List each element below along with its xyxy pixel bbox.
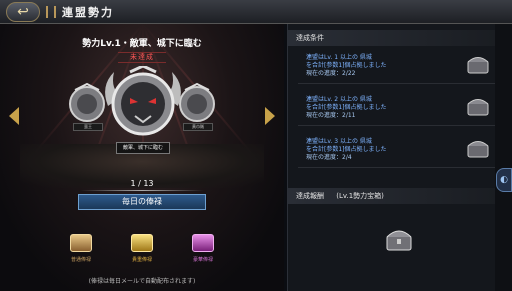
chest-rare-icon[interactable] bbox=[131, 234, 153, 252]
next-arrow-icon[interactable] bbox=[264, 106, 276, 126]
title-bar: ↩ 連盟勢力 bbox=[0, 0, 512, 24]
chest-rare-label: 貴重俸禄 bbox=[131, 257, 152, 263]
main-emblem-icon bbox=[105, 66, 181, 136]
chest-common-label: 普通俸禄 bbox=[70, 257, 91, 263]
conditions-panel: 達成条件 連盟はLv. 1 以上の 県城 を合計[参数1]個占拠しました 現在の… bbox=[287, 24, 496, 291]
condition-item: 連盟はLv. 3 以上の 県城 を合計[参数1]個占拠しました 現在の進度：2/… bbox=[298, 134, 496, 168]
condition-item: 連盟はLv. 1 以上の 県城 を合計[参数1]個占拠しました 現在の進度：2/… bbox=[298, 50, 496, 84]
stage-name: 勢力Lv.1・敵軍、城下に臨む bbox=[82, 39, 202, 49]
conditions-header: 達成条件 bbox=[288, 30, 496, 46]
page-indicator: 1 / 13 bbox=[130, 179, 154, 188]
condition-item: 連盟はLv. 2 以上の 県城 を合計[参数1]個占拠しました 現在の進度：2/… bbox=[298, 92, 496, 126]
prev-arrow-icon[interactable] bbox=[8, 106, 20, 126]
condition-progress: 現在の進度：2/22 bbox=[306, 70, 356, 77]
reward-name: (Lv.1勢力宝箱) bbox=[336, 192, 384, 200]
title-ornament-icon bbox=[46, 6, 56, 18]
daily-salary-button[interactable]: 毎日の俸禄 bbox=[78, 194, 206, 210]
power-treasure-chest-icon[interactable] bbox=[384, 224, 414, 252]
side-emblem-left-label: 蛮王 bbox=[73, 123, 103, 131]
divider bbox=[80, 190, 204, 191]
page-title: 連盟勢力 bbox=[62, 6, 114, 19]
power-stage-panel: 勢力Lv.1・敵軍、城下に臨む 未達成 蛮王 黄巾賊 敵軍、城下に臨む 1 / … bbox=[0, 24, 284, 291]
reward-header: 達成報酬 (Lv.1勢力宝箱) bbox=[288, 188, 496, 204]
chest-luxury-label: 豪華俸禄 bbox=[192, 257, 213, 263]
condition-progress: 現在の進度：2/4 bbox=[306, 154, 352, 161]
main-emblem-label: 敵軍、城下に臨む bbox=[116, 142, 170, 154]
reward-box-icon[interactable] bbox=[466, 53, 490, 75]
expand-icon: ◐ bbox=[500, 175, 508, 185]
reward-box-icon[interactable] bbox=[466, 95, 490, 117]
side-emblem-right-label: 黄巾賊 bbox=[183, 123, 213, 131]
reward-header-label: 達成報酬 bbox=[296, 192, 324, 200]
chest-luxury-icon[interactable] bbox=[192, 234, 214, 252]
back-arrow-icon: ↩ bbox=[17, 4, 29, 20]
reward-box-icon[interactable] bbox=[466, 137, 490, 159]
condition-progress: 現在の進度：2/11 bbox=[306, 112, 356, 119]
side-expand-tab[interactable]: ◐ bbox=[496, 168, 512, 192]
back-button[interactable]: ↩ bbox=[6, 2, 40, 22]
right-edge-strip bbox=[495, 24, 512, 291]
chest-common-icon[interactable] bbox=[70, 234, 92, 252]
status-badge: 未達成 bbox=[118, 52, 166, 63]
salary-note: (俸禄は毎日メールで自動配布されます) bbox=[88, 278, 196, 285]
